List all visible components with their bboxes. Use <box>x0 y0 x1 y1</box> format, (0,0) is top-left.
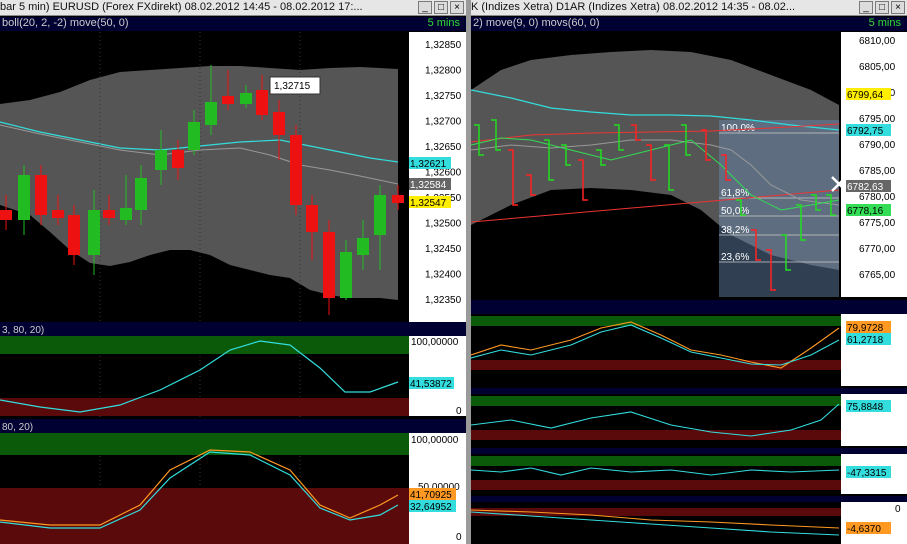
right-ind1-tag-cyan: 61,2718 <box>847 335 884 346</box>
candle-body <box>52 210 64 218</box>
left-ind1-header: 3, 80, 20) <box>2 325 44 336</box>
candle-body <box>306 205 318 232</box>
left-ind1-tag: 41,53872 <box>410 379 452 390</box>
candle-body <box>205 102 217 125</box>
right-price-tick: 6780,00 <box>859 192 896 203</box>
candle-body <box>290 135 302 205</box>
left-ind1-overbought-zone <box>0 336 409 354</box>
left-price-tick: 1,32700 <box>425 117 462 128</box>
right-tag-gray: 6782,63 <box>847 182 884 193</box>
left-price-tick: 1,32850 <box>425 40 462 51</box>
left-price-tick: 1,32800 <box>425 66 462 77</box>
fib-label-382: 38,2% <box>721 225 749 236</box>
left-tag-yellow-value: 1,32547 <box>410 198 447 209</box>
candle-body <box>172 150 184 168</box>
candle-body <box>88 210 100 255</box>
right-ind1-tag-orange: 79,9728 <box>847 323 884 334</box>
candle-body <box>256 90 268 115</box>
right-tag-yellow: 6799,64 <box>847 90 884 101</box>
candle-body <box>155 150 167 170</box>
left-tag-cyan-value: 1,32621 <box>410 159 447 170</box>
window-splitter[interactable] <box>466 0 471 544</box>
right-price-tick: 6810,00 <box>859 36 896 47</box>
right-chart-window[interactable]: K (Indizes Xetra) D1AR (Indizes Xetra) 0… <box>471 0 907 544</box>
left-ind2-tag-orange: 41,70925 <box>410 490 452 501</box>
right-price-tick: 6770,00 <box>859 244 896 255</box>
left-ind1-axis-bottom: 0 <box>456 406 462 417</box>
candle-body <box>392 195 404 203</box>
right-price-tick: 6790,00 <box>859 140 896 151</box>
candle-body <box>323 232 335 298</box>
candle-body <box>374 195 386 235</box>
candle-body <box>35 175 47 215</box>
left-ind2-axis-top: 100,00000 <box>411 435 459 446</box>
left-price-tick: 1,32400 <box>425 270 462 281</box>
left-price-tick: 1,32350 <box>425 295 462 306</box>
candle-body <box>273 112 285 135</box>
right-ind3-tag: -47,3315 <box>847 468 887 479</box>
right-price-tick: 6805,00 <box>859 62 896 73</box>
left-price-tick: 1,32750 <box>425 91 462 102</box>
left-ind2-oversold-zone <box>0 488 409 544</box>
right-price-tick: 6765,00 <box>859 270 896 281</box>
candle-body <box>68 215 80 255</box>
left-price-tick: 1,32500 <box>425 219 462 230</box>
candle-body <box>0 210 12 220</box>
candle-body <box>120 208 132 220</box>
candle-body <box>188 122 200 150</box>
left-price-tick: 1,32650 <box>425 142 462 153</box>
candle-body <box>18 175 30 220</box>
left-ind2-axis-bottom: 0 <box>456 532 462 543</box>
candle-body <box>222 96 234 104</box>
right-tag-cyan: 6792,75 <box>847 126 884 137</box>
left-ind1-oversold-zone <box>0 398 409 416</box>
left-price-tick: 1,32450 <box>425 244 462 255</box>
left-ind2-overbought-zone <box>0 433 409 455</box>
candle-body <box>103 210 115 218</box>
right-tag-green: 6778,16 <box>847 206 884 217</box>
candle-body <box>135 178 147 210</box>
left-ind1-axis-top: 100,00000 <box>411 337 459 348</box>
right-ind4-tag: -4,6370 <box>847 524 881 535</box>
right-price-tick: 6795,00 <box>859 114 896 125</box>
right-ind4-axis-zero: 0 <box>895 504 901 515</box>
right-price-tick: 6775,00 <box>859 218 896 229</box>
left-chart-canvas[interactable]: 1,32715 1,32850 1,32800 1,32750 1,32700 1,32… <box>0 0 466 544</box>
left-ind2-header: 80, 20) <box>2 422 33 433</box>
left-ind2-tag-cyan: 32,64952 <box>410 502 452 513</box>
left-tag-gray-value: 1,32584 <box>410 180 447 191</box>
candle-body <box>357 238 369 255</box>
fib-label-100: 100,0% <box>721 123 755 134</box>
candle-body <box>340 252 352 298</box>
price-tooltip-value: 1,32715 <box>274 81 311 92</box>
candle-body <box>240 93 252 104</box>
fib-label-236: 23,6% <box>721 252 749 263</box>
left-bollinger-band <box>0 66 398 300</box>
right-chart-canvas[interactable]: 100,0% 61,8% 50,0% 38,2% 23,6% 6810,0068… <box>471 0 907 544</box>
right-price-tick: 6785,00 <box>859 166 896 177</box>
left-chart-window[interactable]: bar 5 min) EURUSD (Forex FXdirekt) 08.02… <box>0 0 466 544</box>
right-ind2-tag: 75,8848 <box>847 402 884 413</box>
